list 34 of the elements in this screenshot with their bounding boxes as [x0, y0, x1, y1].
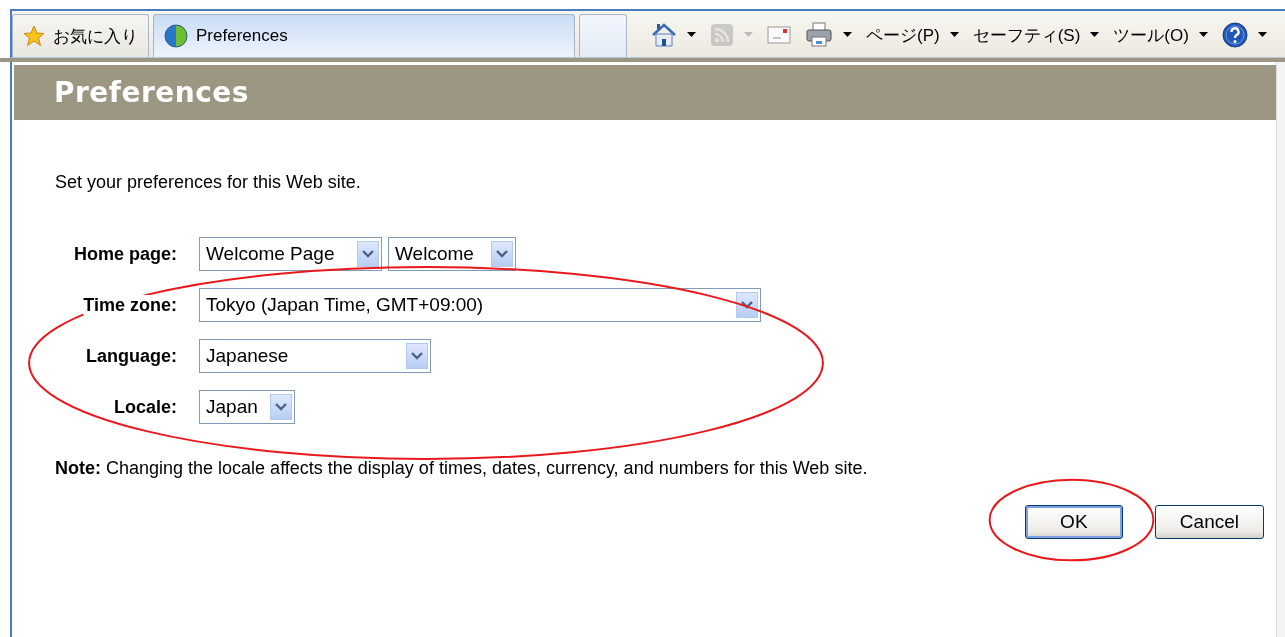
star-icon [23, 25, 45, 47]
caret-icon[interactable] [949, 32, 959, 38]
home-icon[interactable] [651, 22, 677, 48]
dropdown[interactable]: Welcome [388, 237, 516, 271]
dropdown[interactable]: Tokyo (Japan Time, GMT+09:00) [199, 288, 761, 322]
chevron-icon [275, 403, 287, 411]
mail-icon[interactable] [767, 25, 791, 45]
menu-button[interactable]: ページ(P) [866, 23, 940, 47]
chevron-icon [411, 352, 423, 360]
chevron-icon [496, 250, 508, 258]
dropdown[interactable]: Welcome Page [199, 237, 382, 271]
menu-button[interactable]: ツール(O) [1113, 23, 1189, 47]
caret-icon[interactable] [1198, 32, 1208, 38]
caret-icon[interactable] [1090, 32, 1100, 38]
dropdown[interactable]: Japan [199, 390, 295, 424]
caret-icon[interactable] [843, 32, 852, 38]
menu-button[interactable]: セーフティ(S) [972, 23, 1081, 47]
dropdown[interactable]: Japanese [199, 339, 431, 373]
note-text: Note: Changing the locale affects the display of times, dates, currency, and numbers for this Web site. [55, 458, 869, 479]
field-label: Time zone: [83, 294, 177, 315]
dialog-button[interactable]: Cancel [1154, 505, 1264, 539]
caret-icon[interactable] [1257, 32, 1267, 38]
dialog-button[interactable]: OK [1024, 505, 1123, 539]
favorites-button[interactable]: お気に入り [12, 14, 149, 57]
chevron-icon [741, 301, 753, 309]
page-title: Preferences [14, 65, 1276, 120]
browser-tab[interactable]: Preferences [153, 14, 575, 57]
scrollbar[interactable] [1276, 62, 1285, 637]
intro-text: Set your preferences for this Web site. [55, 172, 362, 193]
caret-icon[interactable] [687, 32, 696, 38]
help-icon[interactable] [1221, 22, 1248, 48]
globe-icon [164, 24, 188, 48]
chevron-icon [362, 250, 374, 258]
printer-icon[interactable] [805, 22, 833, 48]
